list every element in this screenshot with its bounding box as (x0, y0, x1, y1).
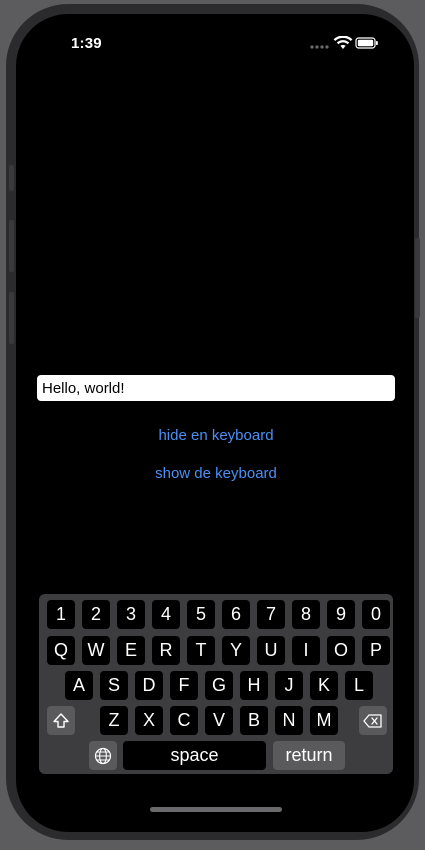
key-e[interactable]: E (117, 636, 145, 665)
cellular-signal-icon (310, 45, 329, 49)
key-6[interactable]: 6 (222, 600, 250, 629)
space-key[interactable]: space (123, 741, 266, 770)
status-icons (310, 36, 378, 49)
key-o[interactable]: O (327, 636, 355, 665)
key-3[interactable]: 3 (117, 600, 145, 629)
key-g[interactable]: G (205, 671, 233, 700)
key-n[interactable]: N (275, 706, 303, 735)
hide-keyboard-button[interactable]: hide en keyboard (86, 427, 346, 444)
key-c[interactable]: C (170, 706, 198, 735)
shift-icon (53, 712, 69, 728)
key-1[interactable]: 1 (47, 600, 75, 629)
key-d[interactable]: D (135, 671, 163, 700)
home-indicator[interactable] (150, 807, 282, 812)
key-q[interactable]: Q (47, 636, 75, 665)
key-2[interactable]: 2 (82, 600, 110, 629)
key-z[interactable]: Z (100, 706, 128, 735)
key-0[interactable]: 0 (362, 600, 390, 629)
silent-switch (9, 165, 14, 191)
key-f[interactable]: F (170, 671, 198, 700)
delete-key[interactable] (359, 706, 387, 735)
key-9[interactable]: 9 (327, 600, 355, 629)
key-l[interactable]: L (345, 671, 373, 700)
power-button (415, 238, 420, 318)
key-y[interactable]: Y (222, 636, 250, 665)
key-m[interactable]: M (310, 706, 338, 735)
key-8[interactable]: 8 (292, 600, 320, 629)
key-s[interactable]: S (100, 671, 128, 700)
key-u[interactable]: U (257, 636, 285, 665)
key-a[interactable]: A (65, 671, 93, 700)
return-key[interactable]: return (273, 741, 345, 770)
key-r[interactable]: R (152, 636, 180, 665)
shift-key[interactable] (47, 706, 75, 735)
text-field[interactable] (37, 375, 395, 401)
wifi-icon (333, 36, 353, 49)
volume-down-button (9, 292, 14, 344)
battery-icon (355, 37, 378, 49)
screen: 1:39 hide en keyboard show de keyboard 1… (16, 14, 414, 832)
status-time: 1:39 (71, 35, 102, 52)
key-4[interactable]: 4 (152, 600, 180, 629)
key-i[interactable]: I (292, 636, 320, 665)
show-keyboard-button[interactable]: show de keyboard (86, 465, 346, 482)
key-k[interactable]: K (310, 671, 338, 700)
key-7[interactable]: 7 (257, 600, 285, 629)
key-x[interactable]: X (135, 706, 163, 735)
key-v[interactable]: V (205, 706, 233, 735)
backspace-icon (363, 713, 382, 728)
key-w[interactable]: W (82, 636, 110, 665)
key-j[interactable]: J (275, 671, 303, 700)
globe-key[interactable] (89, 741, 117, 770)
key-p[interactable]: P (362, 636, 390, 665)
key-t[interactable]: T (187, 636, 215, 665)
keyboard: 1 2 3 4 5 6 7 8 9 0 Q W E R T Y U I O P … (39, 594, 393, 774)
key-5[interactable]: 5 (187, 600, 215, 629)
volume-up-button (9, 220, 14, 272)
globe-icon (94, 747, 112, 764)
key-b[interactable]: B (240, 706, 268, 735)
key-h[interactable]: H (240, 671, 268, 700)
